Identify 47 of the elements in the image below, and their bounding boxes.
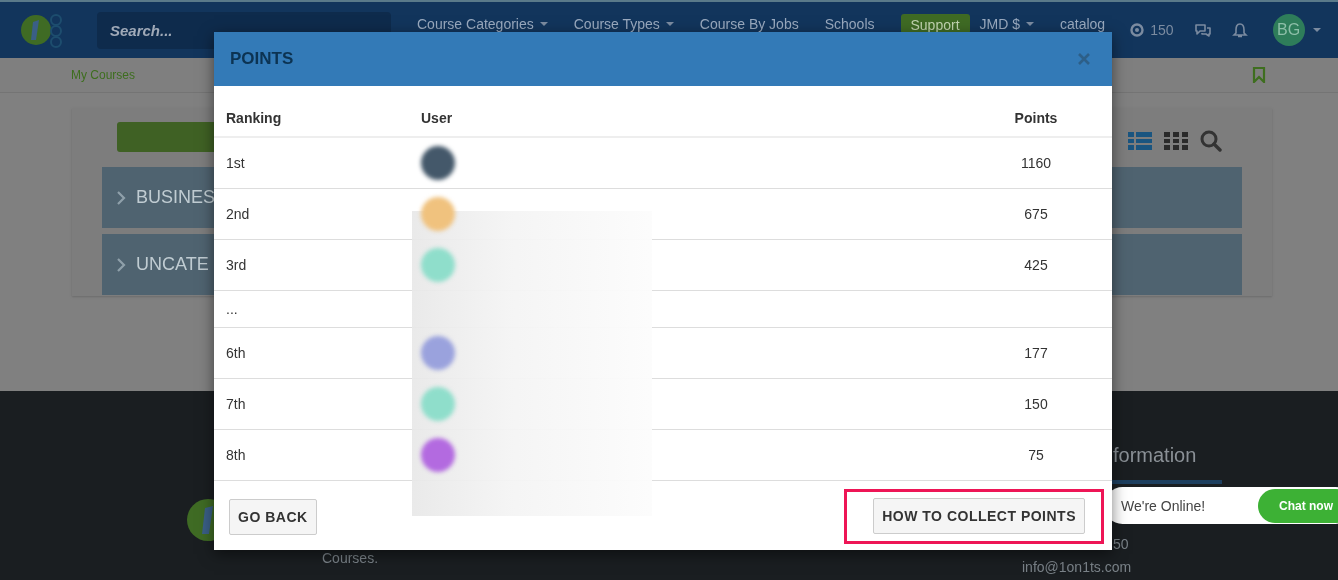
rank-cell-text: 7th <box>225 396 247 412</box>
target-icon <box>1130 23 1145 37</box>
points-count: 150 <box>1150 22 1174 38</box>
category-title: BUSINES <box>136 187 216 208</box>
nav-link[interactable]: catalog <box>1060 16 1106 32</box>
points-cell-text: 1160 <box>1019 155 1053 171</box>
rank-cell-text: 2nd <box>225 206 251 222</box>
bell-icon[interactable] <box>1231 21 1248 39</box>
collect-points-button[interactable]: HOW TO COLLECT POINTS <box>873 498 1085 534</box>
footer-text: Courses. <box>322 550 379 566</box>
chat-now-button[interactable]: Chat now <box>1258 488 1338 523</box>
support-button[interactable]: Support <box>900 14 970 34</box>
column-header: Ranking <box>225 110 283 126</box>
rank-cell-text: 3rd <box>225 257 248 273</box>
rank-cell-text: ... <box>225 301 239 317</box>
nav-dropdown[interactable]: Course Categories <box>417 16 548 32</box>
rank-cell-text: 6th <box>225 345 247 361</box>
list-view-icon[interactable] <box>1128 132 1152 150</box>
nav-link[interactable]: Schools <box>824 16 875 32</box>
column-header: Points <box>1013 110 1059 126</box>
phone-number: 50 <box>1113 536 1130 552</box>
chevron-icon <box>116 256 126 273</box>
dialog-title: POINTS <box>230 49 294 69</box>
points-cell-text: 75 <box>1027 447 1045 463</box>
points-cell-text: 150 <box>1023 396 1049 412</box>
chat-status: We're Online! <box>1121 497 1206 514</box>
caret-icon <box>1312 28 1321 32</box>
points-cell-text: 425 <box>1023 257 1049 273</box>
points-cell-text: 675 <box>1023 206 1049 222</box>
category-title: UNCATE <box>136 254 209 275</box>
nav-dropdown[interactable]: Course Types <box>573 16 674 32</box>
points-cell-text: 177 <box>1023 345 1049 361</box>
rank-cell-text: 8th <box>225 447 247 463</box>
grid-view-icon[interactable] <box>1164 132 1188 150</box>
chat-icon[interactable] <box>1193 23 1212 37</box>
caret-icon <box>665 22 674 26</box>
email-address: info@1on1ts.com <box>1022 559 1133 575</box>
search-icon[interactable] <box>1200 130 1222 152</box>
column-header: User <box>421 110 454 126</box>
caret-icon <box>1026 22 1034 26</box>
caret-icon <box>539 22 548 26</box>
nav-link[interactable]: Course By Jobs <box>699 16 799 32</box>
rank-cell-text: 1st <box>225 155 246 171</box>
nav-dropdown[interactable]: JMD $ <box>979 16 1034 32</box>
chevron-icon <box>116 189 126 206</box>
go-back-button[interactable]: GO BACK <box>229 498 317 535</box>
footer-heading: formation <box>1113 444 1198 467</box>
